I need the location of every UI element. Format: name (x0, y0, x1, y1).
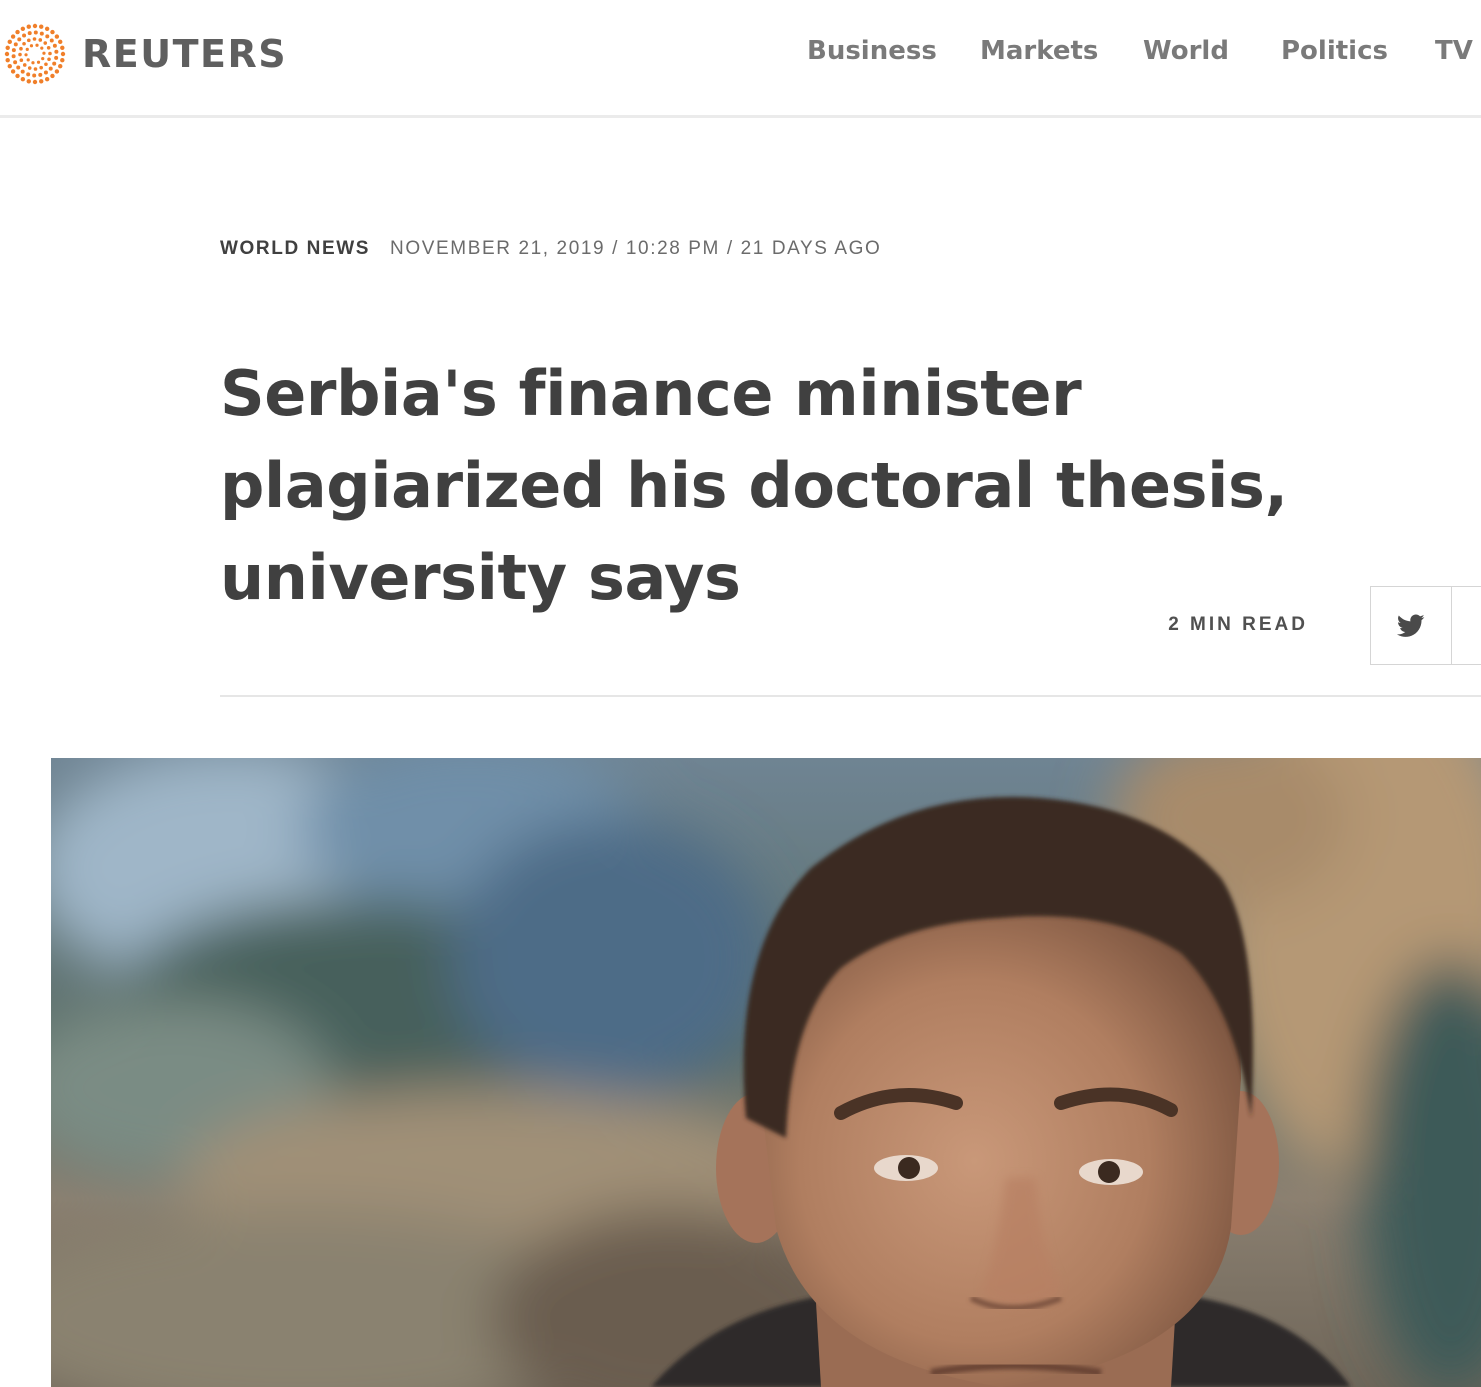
nav-world[interactable]: World (1143, 36, 1229, 66)
read-time: 2 MIN READ (1168, 614, 1308, 635)
share-twitter-button[interactable] (1370, 586, 1452, 665)
nav-politics[interactable]: Politics (1281, 36, 1388, 66)
share-bar (1370, 586, 1481, 665)
brand-name: REUTERS (82, 32, 288, 76)
site-header: REUTERS Business Markets World Politics … (0, 0, 1481, 118)
article-meta: WORLD NEWS NOVEMBER 21, 2019 / 10:28 PM … (220, 238, 881, 260)
reuters-dot-circle-icon (4, 23, 66, 85)
nav-business[interactable]: Business (807, 36, 937, 66)
header-divider (220, 695, 1481, 697)
twitter-icon (1397, 613, 1425, 637)
nav-markets[interactable]: Markets (980, 36, 1098, 66)
article-headline: Serbia's finance minister plagiarized hi… (220, 357, 1288, 614)
lead-image (51, 758, 1481, 1387)
article-dateline: NOVEMBER 21, 2019 / 10:28 PM / 21 DAYS A… (390, 238, 882, 259)
nav-tv[interactable]: TV (1435, 36, 1473, 66)
reuters-home-link[interactable]: REUTERS (0, 22, 287, 86)
share-facebook-button[interactable] (1452, 586, 1481, 665)
section-link[interactable]: WORLD NEWS (220, 238, 370, 260)
page: REUTERS Business Markets World Politics … (0, 0, 1481, 1387)
